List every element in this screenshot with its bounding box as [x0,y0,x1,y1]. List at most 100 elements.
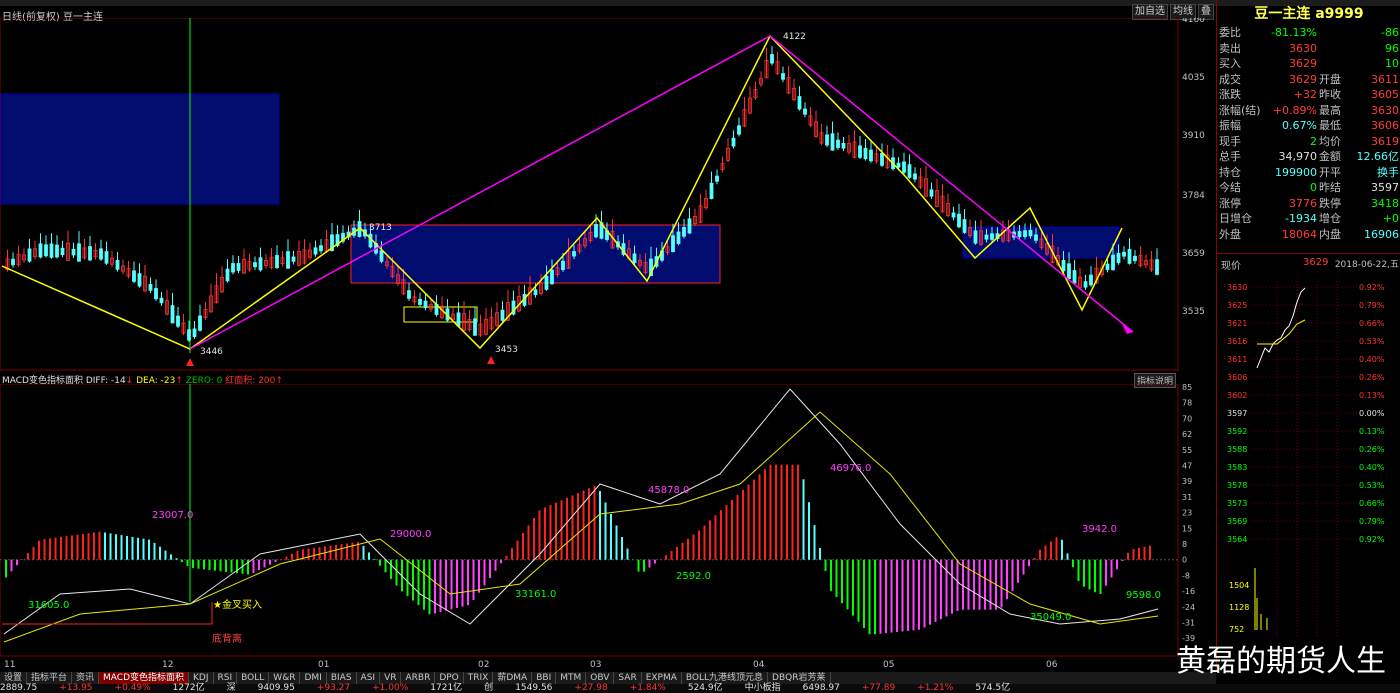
candle-body [737,125,741,135]
divergence-label: 底背离 [212,632,242,645]
status-item: +1.00% [372,683,409,693]
intraday-pct-tick: 0.79% [1359,517,1385,526]
status-item: 中小板指 [744,683,781,693]
quote-row: 涨跌 +32 昨收 3605 [1219,88,1399,101]
candle-body [869,149,873,162]
area-label: 9598.0 [1126,590,1161,601]
area-label: 45878.0 [648,485,689,496]
status-item: +0.49% [114,683,151,693]
candle-body [77,243,81,262]
macd-tick: 70 [1182,414,1192,423]
candle-body [88,246,92,261]
candle-body [1067,263,1071,280]
candle-body [770,54,774,64]
candle-body [973,230,978,244]
intraday-pct-tick: 0.13% [1359,427,1385,436]
macd-tick: 23 [1182,509,1192,518]
candle-body [104,251,109,264]
candle-body [990,233,994,240]
price-tick: 4160 [1182,18,1205,25]
macd-tick: 85 [1182,384,1192,392]
candle-body [830,133,835,151]
status-item: 574.5亿 [975,683,1011,693]
macd-chart[interactable]: 8578706255473931231580-8-16-24-31-39 底背离… [0,384,1216,672]
status-item: 524.9亿 [687,683,723,693]
price-tick: 3659 [1182,249,1205,259]
intraday-price-tick: 3625 [1227,301,1247,310]
candle-body [715,175,719,182]
quote-row: 现手 2 均价 3619 [1219,134,1399,148]
svg-text:03: 03 [590,660,601,670]
svg-text:02: 02 [478,660,489,670]
quote-row: 委比 -81.13% -86 [1219,26,1399,39]
candle-body [1017,231,1022,238]
candle-body [159,297,164,304]
low-label: 3453 [495,345,518,355]
candle-body [550,269,554,285]
trend-arrow [1122,324,1133,334]
quote-row: 今结 0 昨结 3597 [1219,181,1399,194]
status-item: 6498.97 [802,683,840,693]
candle-body [957,213,961,228]
price-chart[interactable]: 4160 4035 3910 3784 3659 3535 4122 3446 … [0,18,1216,372]
candle-body [913,173,917,180]
intraday-price-tick: 3578 [1227,481,1247,490]
intraday-pct-tick: 0.40% [1359,463,1385,472]
candle-body [1072,270,1077,284]
candle-body [379,250,384,262]
candle-body [49,243,54,258]
area-label: 3942.0 [1082,524,1117,535]
candle-body [1127,248,1132,264]
candle-body [951,212,956,218]
candle-body [1061,259,1066,272]
candle-body [1023,230,1027,238]
status-item: +13.95 [59,683,93,693]
candle-body [291,256,296,262]
quote-row: 持仓 199900 开平 换手 [1219,165,1399,179]
status-item: +1.84% [629,683,666,693]
candle-body [236,263,241,271]
intraday-pct-tick: 0.53% [1359,337,1385,346]
candle-body [253,262,257,268]
price-tick: 3910 [1182,131,1205,141]
intraday-price-tick: 3592 [1227,427,1247,436]
candle-body [500,309,505,321]
candle-body [44,244,48,257]
up-arrow-icon [186,358,194,366]
candle-body [275,254,279,269]
status-item: 1721亿 [430,683,463,693]
contract-title: 豆一主连 a9999 [1254,6,1364,22]
quote-row: 涨停 3776 跌停 3418 [1219,196,1399,210]
intraday-price-tick: 3597 [1227,409,1247,418]
intraday-price-tick: 3621 [1227,319,1247,328]
macd-tick: -16 [1182,587,1195,596]
candle-body [187,329,191,341]
candle-body [671,235,675,253]
intraday-pct-tick: 0.26% [1359,373,1385,382]
candle-body [929,189,934,197]
status-item: +1.21% [917,683,954,693]
status-item: 深 [226,683,236,693]
status-item: +77.89 [861,683,896,693]
area-label: 23007.0 [152,510,193,521]
mid-label: 3713 [369,223,392,233]
intraday-pct-tick: 0.40% [1359,355,1385,364]
intraday-price-tick: 3630 [1227,283,1247,292]
macd-tick: 0 [1182,556,1187,565]
status-item: 1272亿 [172,683,205,693]
candle-body [71,248,76,256]
candle-body [192,328,197,337]
macd-histogram [5,464,1151,635]
macd-tick: 47 [1182,462,1192,471]
price-tick: 3535 [1182,307,1205,317]
candle-body [423,300,428,309]
candle-body [836,139,840,148]
date-axis: 11 12 01 02 03 04 05 06 [4,660,1058,670]
svg-text:12: 12 [162,660,173,670]
candle-body [198,315,202,331]
candle-body [1111,254,1115,271]
intraday-chart[interactable]: 3630 0.92% 3625 0.79% 3621 0.66% 3616 0.53% 3611… [1217,278,1400,672]
intraday-price-line [1256,287,1306,369]
candle-body [803,108,807,115]
quote-row: 涨幅(结) +0.89% 最高 3630 [1219,103,1399,117]
